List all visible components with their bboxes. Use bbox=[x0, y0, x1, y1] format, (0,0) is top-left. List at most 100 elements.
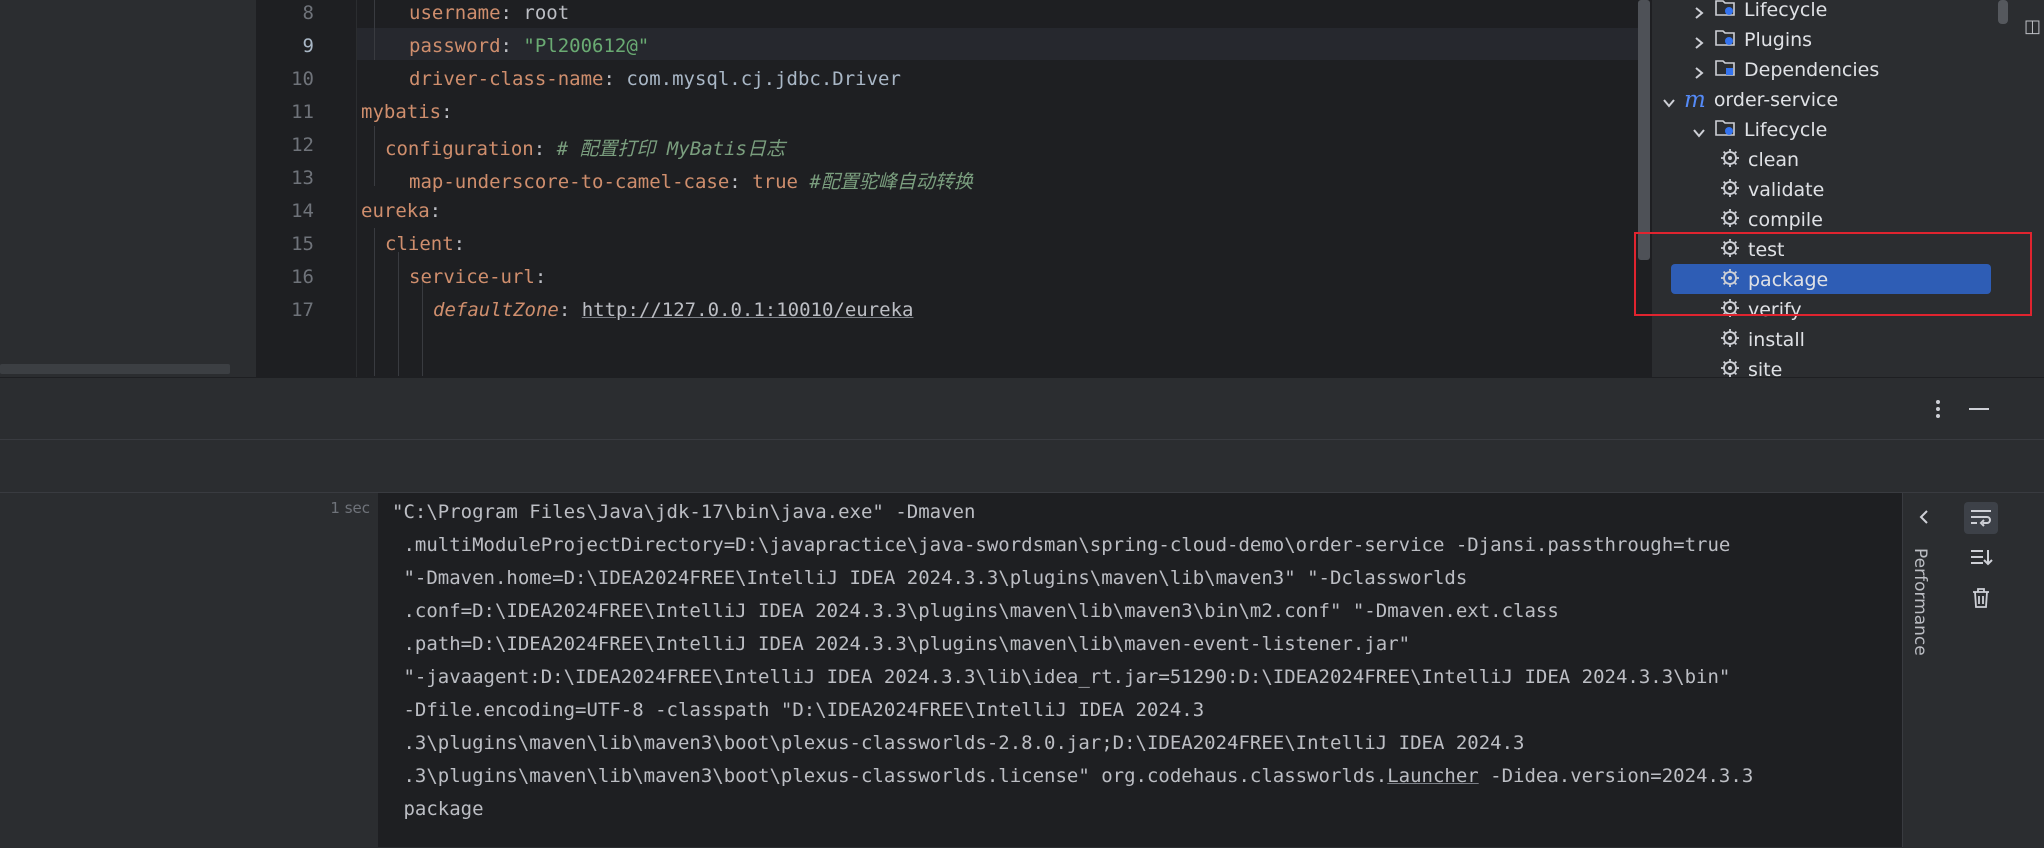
performance-tab[interactable]: Performance bbox=[1910, 548, 1930, 656]
code-line[interactable]: password: "Pl200612@" bbox=[409, 35, 649, 57]
chevron-right-icon[interactable] bbox=[1692, 3, 1706, 19]
console-line: "-Dmaven.home=D:\IDEA2024FREE\IntelliJ I… bbox=[392, 567, 1467, 589]
tree-item-plugins[interactable]: Plugins bbox=[1692, 25, 1812, 55]
console-line: package bbox=[392, 798, 483, 820]
project-panel-edge bbox=[0, 0, 256, 377]
indent-guide bbox=[374, 126, 375, 186]
tree-item-label: clean bbox=[1748, 149, 1800, 171]
tree-item-label: order-service bbox=[1713, 89, 1839, 111]
maven-goal-compile[interactable]: compile bbox=[1720, 205, 1823, 235]
tree-item-lifecycle[interactable]: Lifecycle bbox=[1692, 0, 1827, 25]
dependencies-folder-icon bbox=[1714, 58, 1736, 83]
console-line: .path=D:\IDEA2024FREE\IntelliJ IDEA 2024… bbox=[392, 633, 1410, 655]
minimize-icon[interactable] bbox=[1966, 396, 1992, 422]
code-token: client bbox=[385, 233, 454, 255]
line-number: 10 bbox=[291, 68, 314, 90]
console-line: "-javaagent:D:\IDEA2024FREE\IntelliJ IDE… bbox=[392, 666, 1730, 688]
code-token: eureka bbox=[361, 200, 430, 222]
gear-icon bbox=[1720, 148, 1740, 173]
tree-item-label: validate bbox=[1748, 179, 1825, 201]
lifecycle-folder-icon bbox=[1714, 118, 1736, 143]
console-line: .multiModuleProjectDirectory=D:\javaprac… bbox=[392, 534, 1730, 556]
console-text: .multiModuleProjectDirectory=D:\javaprac… bbox=[392, 534, 1731, 556]
code-token: "Pl200612@" bbox=[523, 35, 650, 57]
code-token: : bbox=[453, 233, 466, 255]
tree-item-order-service[interactable]: m order-service bbox=[1662, 85, 1838, 115]
code-token: root bbox=[523, 2, 570, 24]
database-icon[interactable]: ◫ bbox=[2024, 16, 2044, 40]
code-token: # 配置打印 MyBatis日志 bbox=[556, 138, 785, 160]
code-line[interactable]: client: bbox=[385, 233, 465, 255]
chevron-down-icon[interactable] bbox=[1692, 123, 1706, 138]
chevron-down-icon[interactable] bbox=[1662, 93, 1676, 108]
soft-wrap-icon[interactable] bbox=[1964, 502, 1998, 534]
code-token: : bbox=[441, 101, 453, 123]
indent-guide bbox=[398, 252, 399, 376]
gear-icon bbox=[1720, 178, 1740, 203]
maven-tool-window: Lifecycle Plugins Dependencies m order-s… bbox=[1652, 0, 2044, 377]
code-line[interactable]: username: root bbox=[409, 2, 569, 24]
code-token: map-underscore-to-camel-case bbox=[409, 171, 730, 193]
maven-goal-site[interactable]: site bbox=[1720, 355, 1782, 377]
code-line[interactable]: eureka: bbox=[361, 200, 441, 222]
code-token: driver-class-name bbox=[409, 68, 604, 90]
run-tool-window-toolbar bbox=[0, 439, 2044, 493]
console-line: .conf=D:\IDEA2024FREE\IntelliJ IDEA 2024… bbox=[392, 600, 1559, 622]
chevron-left-icon[interactable] bbox=[1912, 505, 1936, 529]
line-number: 15 bbox=[291, 233, 314, 255]
tree-item-label: Dependencies bbox=[1744, 59, 1880, 81]
console-text: -Dfile.encoding=UTF-8 -classpath "D:\IDE… bbox=[392, 699, 1205, 721]
line-number: 16 bbox=[291, 266, 314, 288]
code-token: com.mysql.cj.jdbc.Driver bbox=[626, 68, 901, 90]
launcher-link[interactable]: Launcher bbox=[1387, 765, 1479, 787]
gear-icon bbox=[1720, 208, 1740, 233]
more-options-icon[interactable] bbox=[1926, 396, 1950, 422]
indent-guide bbox=[374, 228, 375, 376]
editor-vertical-scrollbar[interactable] bbox=[1638, 0, 1650, 260]
code-token: #配置驼峰自动转换 bbox=[809, 171, 973, 193]
chevron-right-icon[interactable] bbox=[1692, 63, 1706, 79]
console-text: .conf=D:\IDEA2024FREE\IntelliJ IDEA 2024… bbox=[392, 600, 1559, 622]
code-line[interactable]: driver-class-name: com.mysql.cj.jdbc.Dri… bbox=[409, 68, 901, 90]
tree-item-label: Lifecycle bbox=[1744, 119, 1828, 141]
console-line: -Dfile.encoding=UTF-8 -classpath "D:\IDE… bbox=[392, 699, 1204, 721]
gutter-divider bbox=[356, 0, 357, 377]
url-link[interactable]: http://127.0.0.1:10010/eureka bbox=[582, 299, 914, 321]
scroll-to-end-icon[interactable] bbox=[1964, 542, 1998, 574]
console-output[interactable]: "C:\Program Files\Java\jdk-17\bin\java.e… bbox=[378, 493, 1902, 847]
code-line[interactable]: mybatis: bbox=[361, 101, 453, 123]
code-token: : bbox=[534, 266, 547, 288]
maven-goal-validate[interactable]: validate bbox=[1720, 175, 1824, 205]
line-number: 13 bbox=[291, 167, 314, 189]
code-token: : bbox=[429, 200, 442, 222]
code-token: true bbox=[752, 171, 798, 193]
code-token: : bbox=[500, 2, 524, 24]
code-line[interactable]: defaultZone: http://127.0.0.1:10010/eure… bbox=[433, 299, 913, 321]
clear-all-trash-icon[interactable] bbox=[1964, 582, 1998, 614]
run-side-rail bbox=[1902, 493, 1947, 847]
maven-goal-clean[interactable]: clean bbox=[1720, 145, 1799, 175]
indent-guide bbox=[422, 278, 423, 376]
elapsed-time: 1 sec bbox=[330, 499, 370, 517]
plugins-folder-icon bbox=[1714, 28, 1736, 53]
tree-item-lifecycle[interactable]: Lifecycle bbox=[1692, 115, 1827, 145]
code-line[interactable]: map-underscore-to-camel-case: true #配置驼峰… bbox=[409, 167, 973, 194]
console-text: .3\plugins\maven\lib\maven3\boot\plexus-… bbox=[392, 765, 1388, 787]
code-token: : bbox=[603, 68, 627, 90]
console-text: "-javaagent:D:\IDEA2024FREE\IntelliJ IDE… bbox=[392, 666, 1731, 688]
console-text: -Didea.version=2024.3.3 bbox=[1478, 765, 1754, 787]
maven-goal-install[interactable]: install bbox=[1720, 325, 1805, 355]
chevron-right-icon[interactable] bbox=[1692, 33, 1706, 49]
console-text: .path=D:\IDEA2024FREE\IntelliJ IDEA 2024… bbox=[392, 633, 1411, 655]
horizontal-scrollbar-thumb[interactable] bbox=[0, 364, 230, 374]
code-line[interactable]: service-url: bbox=[409, 266, 546, 288]
maven-scrollbar[interactable] bbox=[1998, 0, 2008, 24]
tree-item-dependencies[interactable]: Dependencies bbox=[1692, 55, 1879, 85]
code-token: : bbox=[729, 171, 753, 193]
console-line: .3\plugins\maven\lib\maven3\boot\plexus-… bbox=[392, 732, 1524, 754]
code-token: mybatis bbox=[361, 101, 442, 123]
console-text: "-Dmaven.home=D:\IDEA2024FREE\IntelliJ I… bbox=[392, 567, 1468, 589]
code-line[interactable]: configuration: # 配置打印 MyBatis日志 bbox=[385, 134, 785, 161]
code-editor[interactable]: 8 9 10 11 12 13 14 15 16 17 username: root passwor… bbox=[256, 0, 1652, 377]
